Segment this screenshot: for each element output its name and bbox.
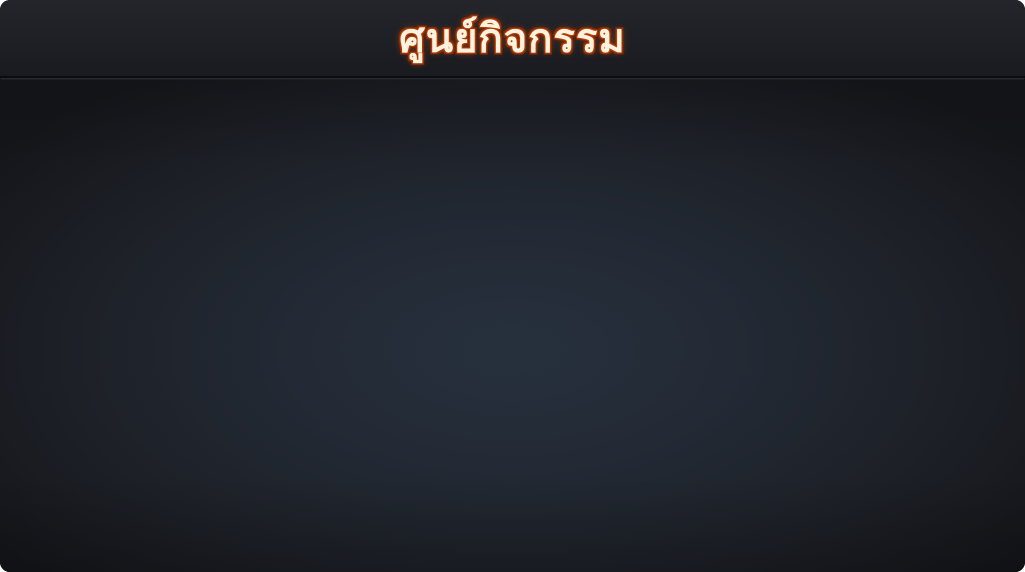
activity-center-panel: ศูนย์กิจกรรม [0, 0, 1025, 572]
panel-title: ศูนย์กิจกรรม [399, 16, 626, 62]
panel-content-area [0, 80, 1025, 572]
panel-header: ศูนย์กิจกรรม [0, 0, 1025, 79]
